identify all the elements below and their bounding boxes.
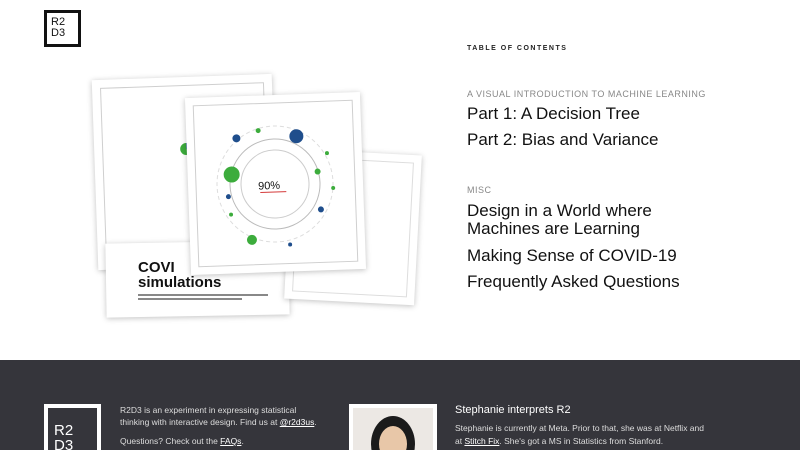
card-front-decision-tree: 90% xyxy=(184,92,367,275)
toc-link-covid[interactable]: Making Sense of COVID-19 xyxy=(467,247,677,265)
radial-tree-chart: 90% xyxy=(192,99,359,268)
site-logo[interactable]: R2 D3 xyxy=(44,10,81,47)
faq-link[interactable]: FAQs xyxy=(220,436,241,446)
toc-link-design-line-2[interactable]: Machines are Learning xyxy=(467,220,640,238)
stitch-fix-link[interactable]: Stitch Fix xyxy=(464,436,499,446)
person-title: Stephanie interprets R2 xyxy=(455,404,571,416)
toc-link-faq[interactable]: Frequently Asked Questions xyxy=(467,273,680,291)
footer-logo[interactable]: R2 D3 xyxy=(44,404,101,450)
footer-about: R2D3 is an experiment in expressing stat… xyxy=(120,405,317,427)
percent-label: 90% xyxy=(258,180,281,193)
section-label-ml: A VISUAL INTRODUCTION TO MACHINE LEARNIN… xyxy=(467,89,706,99)
footer: R2 D3 R2D3 is an experiment in expressin… xyxy=(0,360,800,450)
avatar-stephanie xyxy=(349,404,437,450)
toc-link-part-2[interactable]: Part 2: Bias and Variance xyxy=(467,131,659,149)
section-label-misc: MISC xyxy=(467,185,492,195)
portrait-image xyxy=(353,408,433,450)
twitter-link[interactable]: @r2d3us xyxy=(280,417,315,427)
person-bio: Stephanie is currently at Meta. Prior to… xyxy=(455,423,704,446)
toc-link-part-1[interactable]: Part 1: A Decision Tree xyxy=(467,105,640,123)
toc-heading: TABLE OF CONTENTS xyxy=(467,45,568,52)
toc-link-design-line-1[interactable]: Design in a World where xyxy=(467,202,652,220)
covid-card-text xyxy=(138,294,268,304)
footer-questions: Questions? Check out the FAQs. xyxy=(120,436,244,446)
hero-illustration[interactable]: COVI simulations 90% xyxy=(88,62,428,324)
logo-line-2: D3 xyxy=(51,27,66,39)
